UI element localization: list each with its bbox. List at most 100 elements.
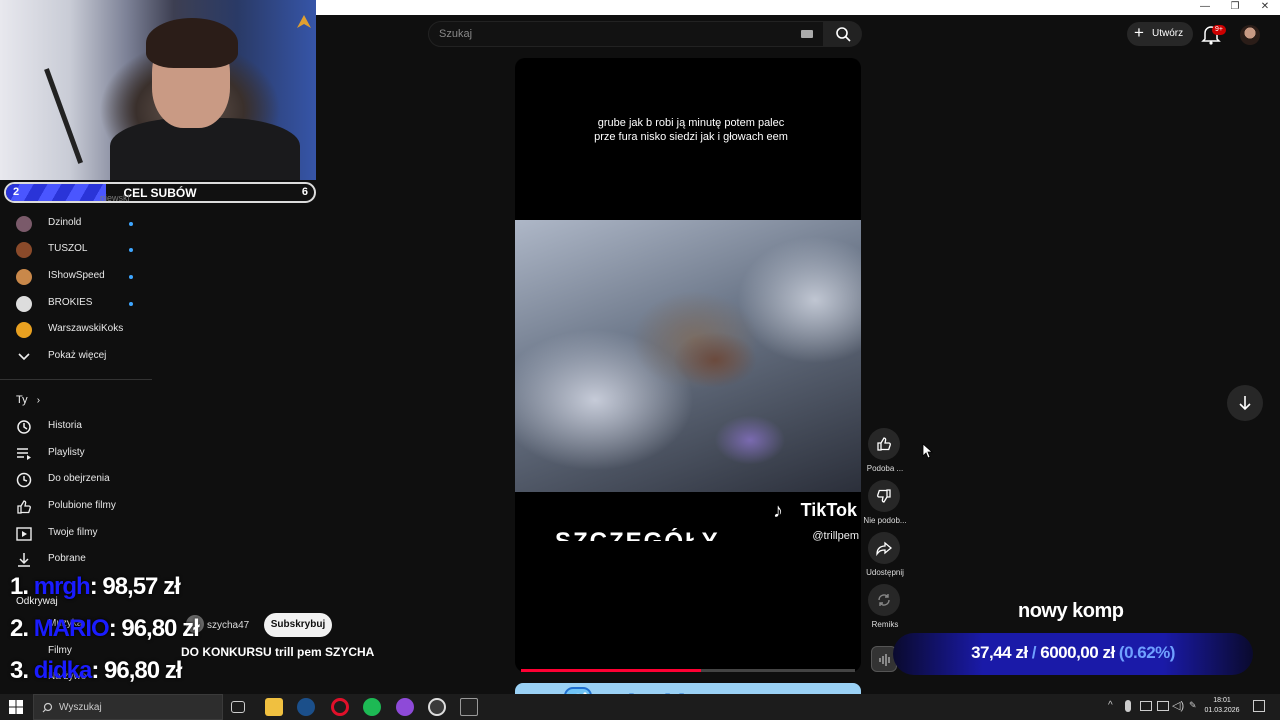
- mouse-cursor-icon: [922, 443, 934, 459]
- sidebar-item-label: Dzinold: [48, 217, 82, 228]
- video-progress-bar[interactable]: [521, 669, 855, 672]
- dislike-circle: [868, 480, 900, 512]
- you-section-header[interactable]: Ty ›: [16, 394, 40, 406]
- windows-taskbar: Wyszukaj ^ ◁) ✎ 18:01 01.03.2026: [0, 694, 1280, 720]
- sidebar-item-label: Twoje filmy: [48, 527, 98, 538]
- search-input[interactable]: [439, 26, 779, 42]
- chevron-down-icon: [18, 353, 30, 361]
- network-icon[interactable]: [1140, 701, 1152, 711]
- search-button[interactable]: [824, 21, 862, 47]
- new-content-dot: [129, 302, 133, 306]
- donation-percent: (0.62%): [1118, 643, 1176, 662]
- taskbar-search[interactable]: Wyszukaj: [33, 694, 223, 720]
- discord-icon[interactable]: [396, 698, 414, 716]
- sidebar-item-label: Filmy: [48, 645, 72, 656]
- chevron-up-icon[interactable]: ^: [1108, 700, 1113, 711]
- sidebar-item-label: Historia: [48, 420, 82, 431]
- leaderboard-amount: : 96,80 zł: [108, 615, 200, 642]
- sidebar-item-label: Polubione filmy: [48, 500, 116, 511]
- streamer-body: [110, 118, 300, 180]
- search-icon: [42, 702, 53, 713]
- create-button[interactable]: + Utwórz: [1127, 22, 1193, 46]
- channel-avatar: [16, 216, 32, 232]
- like-circle: [868, 428, 900, 460]
- new-content-dot: [129, 275, 133, 279]
- restore-button[interactable]: ❐: [1220, 0, 1250, 15]
- you-section-label: Ty: [16, 394, 28, 406]
- sidebar-item-history[interactable]: Historia: [0, 414, 152, 440]
- avatar[interactable]: [1240, 25, 1260, 45]
- next-video-button[interactable]: [1227, 385, 1263, 421]
- sidebar-item-brokies[interactable]: BROKIES: [0, 291, 152, 317]
- sidebar-item-your-videos[interactable]: Twoje filmy: [0, 521, 152, 547]
- notifications-icon[interactable]: [1253, 700, 1265, 712]
- steam-icon[interactable]: [297, 698, 315, 716]
- donation-goal-bar: 37,44 zł / 6000,00 zł (0.62%): [893, 633, 1253, 675]
- donation-goal-text: 37,44 zł / 6000,00 zł (0.62%): [893, 643, 1253, 663]
- clock-date: 01.03.2026: [1204, 707, 1240, 714]
- tiktok-handle: @trillpem: [812, 530, 859, 542]
- sidebar-item-downloads[interactable]: Pobrane: [0, 547, 152, 573]
- sidebar-item-label: IShowSpeed: [48, 270, 105, 281]
- remix-circle: [868, 584, 900, 616]
- video-subtitle: grube jak b robi ją minutę potem palec p…: [515, 116, 861, 144]
- obs-icon[interactable]: [428, 698, 446, 716]
- sidebar-item-tuszol[interactable]: TUSZOL: [0, 237, 152, 263]
- windows-start-icon[interactable]: [9, 700, 23, 714]
- spotify-icon[interactable]: [363, 698, 381, 716]
- minimize-button[interactable]: —: [1190, 0, 1220, 15]
- channel-avatar: [16, 242, 32, 258]
- leaderboard-amount: : 96,80 zł: [91, 657, 182, 684]
- channel-avatar: [16, 322, 32, 338]
- volume-icon[interactable]: ◁): [1172, 699, 1184, 712]
- taskbar-search-label: Wyszukaj: [59, 702, 102, 713]
- create-label: Utwórz: [1152, 28, 1184, 39]
- sidebar-item-warszawskikoks[interactable]: WarszawskiKoks: [0, 317, 152, 343]
- sidebar-item-playlists[interactable]: Playlisty: [0, 441, 152, 467]
- arrow-down-icon: [1239, 396, 1251, 411]
- file-explorer-icon[interactable]: [265, 698, 283, 716]
- leaderboard-entry: 2. MARIO: 96,80 zł: [10, 615, 200, 643]
- chevron-right-icon: ›: [36, 395, 41, 406]
- video-frame: [515, 220, 861, 492]
- clock-icon: [16, 472, 32, 488]
- battery-icon[interactable]: [1157, 701, 1169, 711]
- plus-icon: +: [1134, 23, 1144, 42]
- donation-separator: /: [1031, 643, 1037, 662]
- donation-goal-title: nowy komp: [1018, 600, 1124, 622]
- sidebar-item-liked-videos[interactable]: Polubione filmy: [0, 494, 152, 520]
- opera-icon[interactable]: [331, 698, 349, 716]
- browser-title-bar: — ❐ ✕: [316, 0, 1280, 15]
- donation-target: 6000,00 zł: [1040, 643, 1115, 662]
- shorts-player[interactable]: grube jak b robi ją minutę potem palec p…: [515, 58, 861, 672]
- channel-avatar: [16, 269, 32, 285]
- video-title: DO KONKURSU trill pem SZYCHA: [181, 645, 375, 659]
- video-progress-fill: [521, 669, 702, 672]
- show-more-button[interactable]: Pokaż więcej: [0, 344, 152, 370]
- subtitle-line: grube jak b robi ją minutę potem palec: [597, 117, 785, 129]
- sidebar-item-watch-later[interactable]: Do obejrzenia: [0, 467, 152, 493]
- subscribe-button[interactable]: Subskrybuj: [264, 613, 332, 637]
- playlist-icon: [17, 448, 31, 460]
- logo-icon: [297, 15, 311, 28]
- tiktok-logo-icon: ♪: [773, 500, 783, 522]
- thumb-down-icon: [877, 489, 891, 503]
- keyboard-icon[interactable]: [801, 30, 813, 38]
- sidebar-item-ishowspeed[interactable]: IShowSpeed: [0, 264, 152, 290]
- close-window-button[interactable]: ✕: [1250, 0, 1280, 15]
- leaderboard-rank: 3.: [10, 657, 29, 684]
- clock-time: 18:01: [1213, 697, 1231, 704]
- sub-goal-target: 6: [301, 186, 308, 198]
- sidebar-item-label: BROKIES: [48, 297, 93, 308]
- search-box: [428, 21, 824, 47]
- sidebar-item-dzinold[interactable]: Dzinold: [0, 211, 152, 237]
- microphone-icon[interactable]: [1125, 700, 1131, 712]
- channel-name[interactable]: szycha47: [207, 620, 249, 631]
- task-view-icon[interactable]: [231, 701, 245, 713]
- epic-games-icon[interactable]: [460, 698, 478, 716]
- language-icon[interactable]: ✎: [1189, 700, 1197, 711]
- taskbar-clock[interactable]: 18:01 01.03.2026: [1200, 696, 1244, 716]
- history-icon: [17, 420, 31, 434]
- sidebar-item-label: TUSZOL: [48, 243, 88, 254]
- leaderboard-entry: 3. didka: 96,80 zł: [10, 657, 182, 685]
